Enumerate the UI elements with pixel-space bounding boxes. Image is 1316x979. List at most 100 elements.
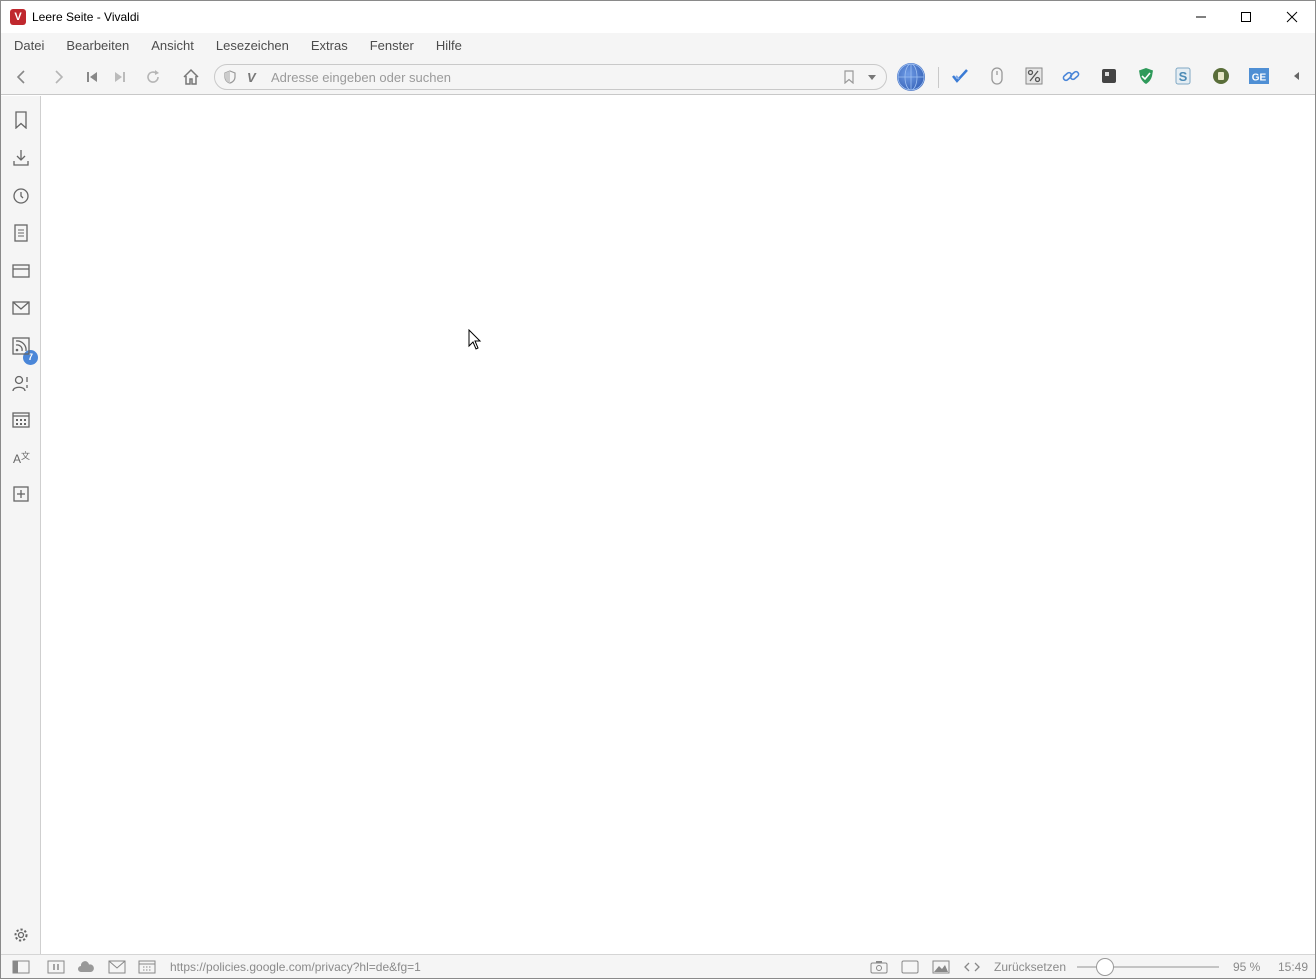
svg-text:GE: GE [1252,73,1267,84]
tile-icon [47,960,65,974]
mail-status-button[interactable] [108,959,126,975]
tiling-status-button[interactable] [901,959,919,975]
address-bar-toolbar: V S [1,59,1315,95]
menu-lesezeichen[interactable]: Lesezeichen [216,33,289,59]
power-extension-icon[interactable] [1212,67,1230,85]
notes-panel-button[interactable] [11,223,31,243]
panel-toggle-button[interactable] [12,959,30,975]
bookmark-toggle-icon[interactable] [843,70,855,84]
maximize-icon [1241,12,1251,22]
rewind-button[interactable] [80,65,104,89]
shield-extension-icon[interactable] [1137,67,1155,85]
back-icon [16,70,25,84]
menu-datei[interactable]: Datei [14,33,44,59]
calendar-status-icon [138,960,156,974]
contacts-icon [12,375,28,392]
reload-button[interactable] [141,65,165,89]
close-button[interactable] [1269,1,1315,33]
fast-forward-button[interactable] [108,65,132,89]
menu-bearbeiten[interactable]: Bearbeiten [66,33,129,59]
title-bar: V Leere Seite - Vivaldi [1,1,1315,33]
svg-text:A: A [13,452,21,466]
cloud-icon [78,961,94,972]
minimize-button[interactable] [1178,1,1224,33]
percent-icon[interactable] [1025,67,1043,85]
menu-extras[interactable]: Extras [311,33,348,59]
address-field[interactable]: V [214,64,887,90]
rewind-icon [87,72,97,82]
code-icon [964,962,980,972]
mail-status-icon [108,960,126,974]
mail-icon [12,301,30,315]
window-icon [901,960,919,974]
forward-icon [55,70,64,84]
browser-window: V Leere Seite - Vivaldi Datei Bearbeiten… [0,0,1316,979]
forward-button[interactable] [47,65,71,89]
globe-icon[interactable] [897,63,925,91]
mouse-icon[interactable] [988,67,1006,85]
mail-panel-button[interactable] [11,298,31,318]
svg-text:S: S [1179,69,1188,84]
downloads-icon [13,150,29,166]
calendar-panel-button[interactable] [11,409,31,429]
calendar-icon [12,412,30,428]
window-panel-icon [12,264,30,278]
camera-icon [870,961,888,974]
zoom-slider-thumb[interactable] [1096,958,1114,976]
settings-button[interactable] [11,925,31,945]
bookmarks-icon [15,111,27,129]
ge-extension-icon[interactable]: GE [1249,67,1269,85]
page-actions-button[interactable] [963,959,981,975]
globe-lines [897,63,925,91]
checkmark-extension-icon[interactable] [951,67,969,85]
add-panel-icon [13,486,29,502]
menu-bar: Datei Bearbeiten Ansicht Lesezeichen Ext… [1,33,1315,59]
menu-fenster[interactable]: Fenster [370,33,414,59]
translate-panel-button[interactable]: A文 [11,447,31,467]
notes-icon [14,224,28,242]
page-content[interactable] [42,96,1315,954]
home-icon [183,68,199,85]
vivaldi-logo-icon[interactable]: V [10,9,26,25]
status-bar: https://policies.google.com/privacy?hl=d… [1,954,1315,978]
collapse-arrow-icon[interactable] [1287,67,1305,85]
shield-icon[interactable] [223,70,237,84]
zoom-reset-button[interactable]: Zurücksetzen [994,960,1066,974]
reload-icon [147,70,159,83]
tab-tiling-button[interactable] [47,959,65,975]
address-input[interactable] [271,67,831,87]
bookmarks-panel-button[interactable] [11,110,31,130]
fast-forward-icon [115,72,125,82]
menu-hilfe[interactable]: Hilfe [436,33,462,59]
add-panel-button[interactable] [11,484,31,504]
status-url: https://policies.google.com/privacy?hl=d… [170,960,421,974]
image-icon [932,960,950,974]
feeds-panel-button[interactable] [11,336,31,356]
downloads-panel-button[interactable] [11,148,31,168]
link-icon[interactable] [1062,67,1080,85]
home-button[interactable] [179,65,203,89]
history-panel-button[interactable] [11,186,31,206]
contacts-panel-button[interactable] [11,373,31,393]
calendar-status-button[interactable] [138,959,156,975]
maximize-button[interactable] [1223,1,1269,33]
panel-toggle-icon [12,960,30,974]
sync-button[interactable] [77,959,95,975]
chevron-down-icon[interactable] [867,74,877,82]
images-toggle-button[interactable] [932,959,950,975]
window-panel-button[interactable] [11,261,31,281]
svg-text:文: 文 [21,450,30,461]
capture-button[interactable] [870,959,888,975]
history-icon [13,188,29,204]
mouse-cursor-icon [468,329,482,350]
toolbar-separator [938,67,939,88]
clock: 15:49 [1278,960,1309,974]
translate-icon: A文 [13,450,30,466]
zoom-level: 95 % [1233,960,1261,974]
gear-icon [14,928,28,942]
s-extension-icon[interactable]: S [1174,67,1192,85]
menu-ansicht[interactable]: Ansicht [151,33,194,59]
back-button[interactable] [9,65,33,89]
square-extension-icon[interactable] [1100,67,1118,85]
feeds-icon [12,337,30,355]
